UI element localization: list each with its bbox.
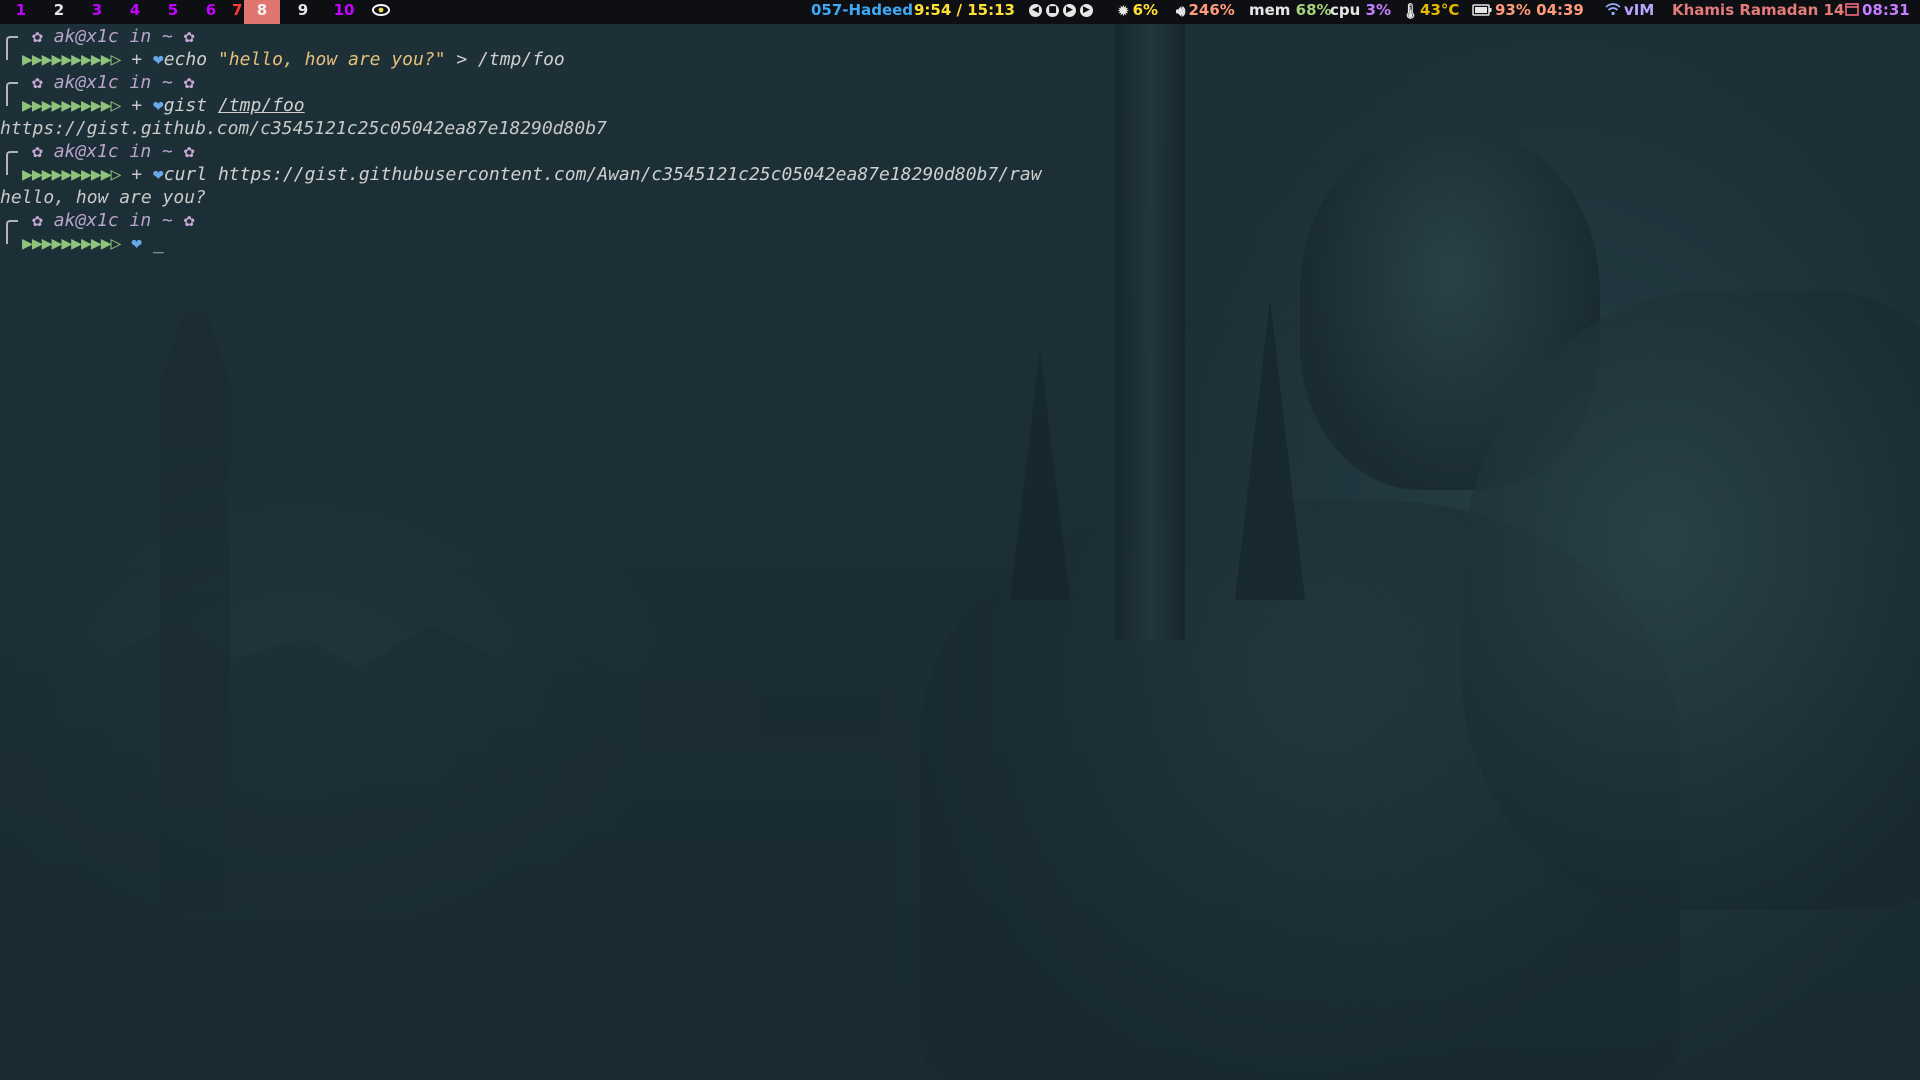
prompt-plus: + [131, 49, 143, 70]
volume-indicator[interactable]: 🔊︎ 246% [1176, 0, 1235, 21]
cpu-label: cpu [1330, 1, 1361, 19]
workspace-5[interactable]: 5 [165, 0, 181, 24]
wifi-icon [1605, 1, 1621, 21]
workspace-1[interactable]: 1 [13, 0, 29, 24]
workspace-9[interactable]: 9 [295, 0, 311, 24]
thermometer-icon: 🌡︎ [1401, 1, 1421, 20]
mem-label: mem [1249, 1, 1291, 19]
command-line: ▶▶▶▶▶▶▶▶▶▷ + ❤gist /tmp/foo [22, 94, 305, 117]
flower-icon: ✿ [32, 26, 43, 47]
heart-icon: ❤ [152, 164, 164, 185]
next-icon[interactable]: ▶ [1080, 4, 1093, 17]
flower-icon: ✿ [183, 210, 195, 231]
battery-icon [1472, 1, 1492, 21]
now-playing-track: 057-Hadeed [811, 1, 914, 19]
heart-icon: ❤ [131, 233, 143, 254]
mem-value: 68% [1295, 1, 1332, 19]
prompt-arrows: ▶▶▶▶▶▶▶▶▶▷ [22, 233, 121, 254]
workspace-2[interactable]: 2 [51, 0, 67, 24]
brightness-indicator: ✹ 6% [1117, 0, 1158, 21]
command-string: "hello, how are you?" [217, 49, 446, 70]
battery-indicator: 93% 04:39 [1472, 0, 1584, 21]
media-controls: ◀ ■ ▶ ▶ [1027, 0, 1095, 20]
command-line: ▶▶▶▶▶▶▶▶▶▷ + ❤echo "hello, how are you?"… [22, 48, 565, 71]
text-cursor: _ [152, 233, 164, 254]
heart-icon: ❤ [152, 49, 164, 70]
wifi-ssid: vIM [1624, 1, 1655, 19]
battery-value: 93% 04:39 [1495, 1, 1584, 19]
flower-icon: ✿ [32, 210, 43, 231]
hijri-date: Khamis Ramadan 14 [1672, 1, 1845, 19]
command-name: curl [163, 164, 208, 185]
now-playing-time: 9:54 / 15:13 [914, 1, 1015, 19]
prompt-header: ✿ ak@x1c in ~ ✿ [32, 209, 195, 232]
prompt-header: ✿ ak@x1c in ~ ✿ [32, 25, 195, 48]
clock[interactable]: 08:31 [1845, 0, 1910, 21]
workspace-10[interactable]: 10 [331, 0, 357, 24]
wifi-indicator[interactable]: vIM [1605, 0, 1654, 21]
workspace-7[interactable]: 7 [232, 0, 242, 24]
prompt-plus: + [131, 164, 143, 185]
volume-value: 246% [1188, 1, 1235, 19]
prompt-bracket [6, 50, 18, 60]
workspace-6[interactable]: 6 [203, 0, 219, 24]
prompt-user: ak@x1c in ~ [53, 141, 173, 162]
prompt-bracket [6, 234, 18, 244]
heart-icon: ❤ [152, 95, 164, 116]
command-url: https://gist.githubusercontent.com/Awan/… [217, 164, 1042, 185]
command-name: gist [163, 95, 208, 116]
flower-icon: ✿ [183, 141, 195, 162]
terminal-window[interactable]: ✿ ak@x1c in ~ ✿ ▶▶▶▶▶▶▶▶▶▷ + ❤echo "hell… [0, 24, 1920, 1080]
prompt-user: ak@x1c in ~ [53, 26, 173, 47]
calendar-icon [1845, 1, 1859, 21]
workspace-3[interactable]: 3 [89, 0, 105, 24]
prompt-user: ak@x1c in ~ [53, 72, 173, 93]
temperature-value: 43°C [1420, 1, 1460, 19]
prompt-arrows: ▶▶▶▶▶▶▶▶▶▷ [22, 95, 121, 116]
prompt-arrows: ▶▶▶▶▶▶▶▶▶▷ [22, 164, 121, 185]
previous-icon[interactable]: ◀ [1029, 4, 1042, 17]
prompt-bracket [6, 165, 18, 175]
prompt-header: ✿ ak@x1c in ~ ✿ [32, 140, 195, 163]
prompt-header: ✿ ak@x1c in ~ ✿ [32, 71, 195, 94]
flower-icon: ✿ [183, 72, 195, 93]
eye-icon[interactable] [372, 0, 390, 25]
command-output: hello, how are you? [0, 187, 206, 208]
flower-icon: ✿ [183, 26, 195, 47]
clock-time: 08:31 [1862, 1, 1910, 19]
brightness-icon: ✹ [1117, 1, 1130, 20]
prompt-plus: + [131, 95, 143, 116]
brightness-value: 6% [1132, 1, 1159, 19]
workspace-8[interactable]: 8 [244, 0, 280, 24]
flower-icon: ✿ [32, 141, 43, 162]
prompt-bracket [6, 96, 18, 106]
status-bar: 1 2 3 4 5 6 7 8 9 10 057-Hadeed 9:54 / 15:13 ◀ ■ ▶ ▶… [0, 0, 1920, 24]
cpu-value: 3% [1365, 1, 1392, 19]
command-path[interactable]: /tmp/foo [218, 95, 305, 116]
cpu-indicator: cpu 3% [1330, 0, 1391, 20]
command-name: echo [163, 49, 208, 70]
command-output: https://gist.github.com/c3545121c25c0504… [0, 118, 607, 139]
temperature-indicator: 🌡︎43°C [1401, 0, 1459, 21]
prompt-arrows: ▶▶▶▶▶▶▶▶▶▷ [22, 49, 121, 70]
prompt-user: ak@x1c in ~ [53, 210, 173, 231]
speaker-icon: 🔊︎ [1176, 1, 1186, 20]
memory-indicator: mem 68% [1249, 0, 1332, 20]
play-icon[interactable]: ▶ [1063, 4, 1076, 17]
command-line: ▶▶▶▶▶▶▶▶▶▷ + ❤curl https://gist.githubus… [22, 163, 1042, 186]
workspace-4[interactable]: 4 [127, 0, 143, 24]
current-command-line[interactable]: ▶▶▶▶▶▶▶▶▶▷ ❤ _ [22, 232, 164, 255]
command-redirect: > /tmp/foo [456, 49, 565, 70]
stop-icon[interactable]: ■ [1046, 4, 1059, 17]
flower-icon: ✿ [32, 72, 43, 93]
